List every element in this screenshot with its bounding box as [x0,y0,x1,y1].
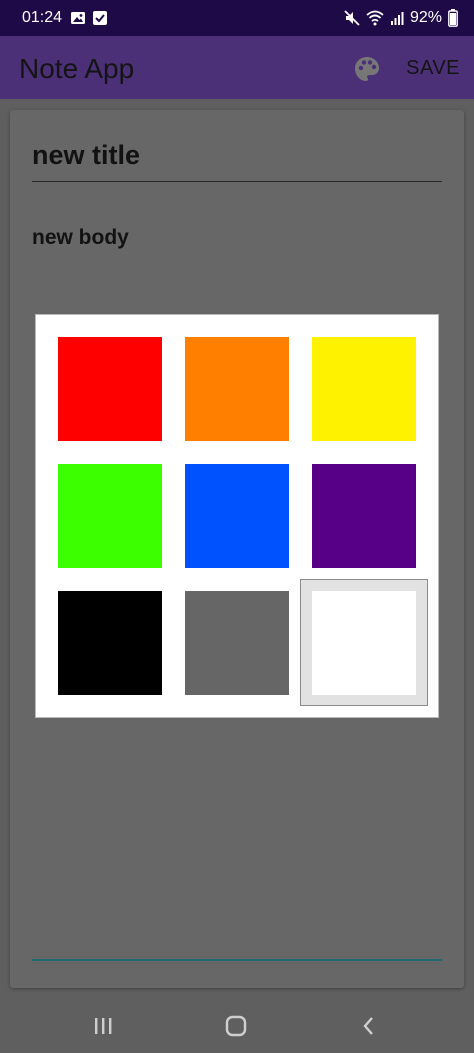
color-swatch[interactable] [185,337,289,441]
wifi-icon [366,10,384,26]
color-swatch[interactable] [185,591,289,695]
status-notification-icons [70,10,108,26]
app-bar: Note App SAVE [0,36,474,99]
color-swatch[interactable] [58,591,162,695]
palette-icon[interactable] [352,54,382,84]
signal-icon [390,12,404,25]
app-title: Note App [19,53,135,84]
body-underline [32,959,442,961]
status-system-icons: 92% [344,9,458,27]
note-body-text[interactable]: new body [32,226,129,250]
color-swatch[interactable] [312,464,416,568]
home-icon[interactable] [220,1011,252,1041]
status-time: 01:24 [22,9,63,26]
battery-percent: 92% [409,9,442,26]
color-swatch[interactable] [58,464,162,568]
back-icon[interactable] [353,1011,385,1041]
note-title-input[interactable] [32,140,442,171]
battery-icon [448,9,458,27]
color-swatch[interactable] [185,464,289,568]
color-swatch-selected[interactable] [312,591,416,695]
mute-icon [344,10,360,26]
check-box-icon [93,11,107,25]
recent-apps-icon[interactable] [87,1011,119,1041]
image-icon [71,12,85,24]
save-button[interactable]: SAVE [406,57,460,80]
navigation-bar [0,999,474,1053]
color-swatch[interactable] [58,337,162,441]
color-swatch[interactable] [312,337,416,441]
title-underline [32,181,442,182]
status-bar: 01:24 92% [0,0,474,36]
